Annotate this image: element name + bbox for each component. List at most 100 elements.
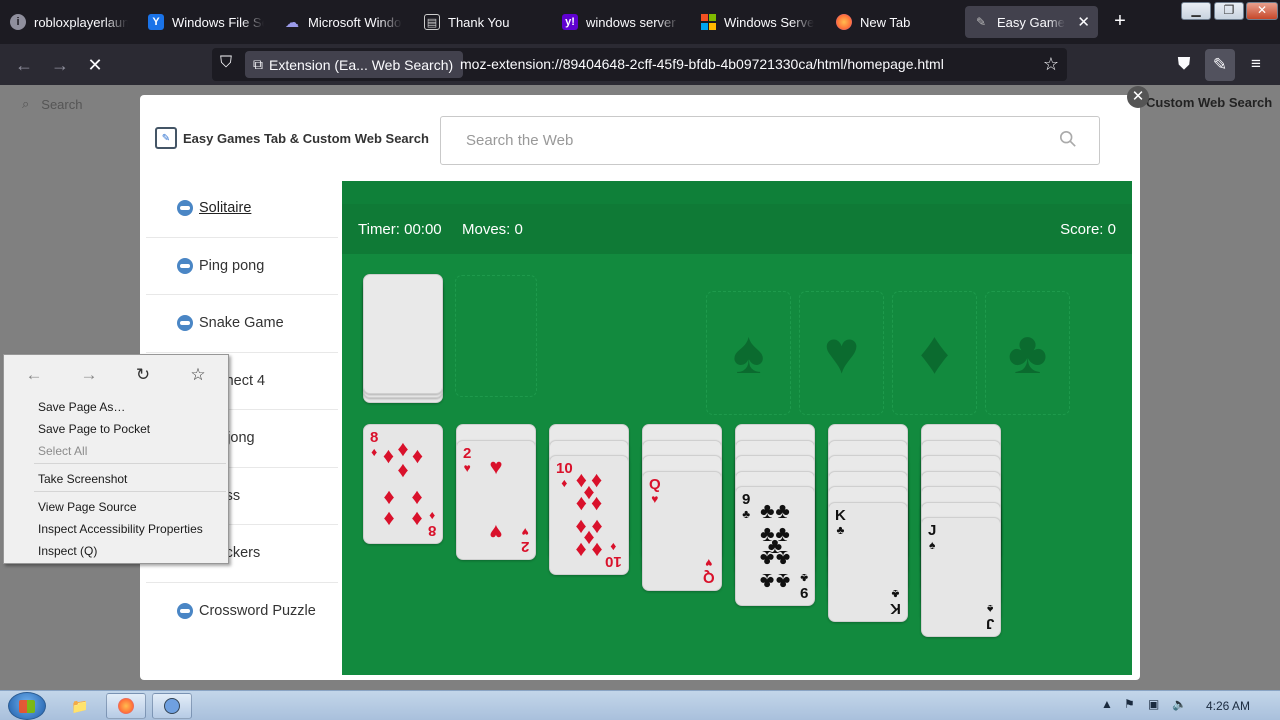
microsoft-logo-icon — [700, 14, 716, 30]
tab-robloxplayerlauncher[interactable]: i robloxplayerlauncher — [2, 6, 136, 38]
app-icon[interactable] — [152, 693, 192, 719]
close-modal-icon[interactable]: ✕ — [1127, 86, 1149, 108]
card-rank-corner: Q ♥ — [703, 555, 715, 586]
tab-thank-you[interactable]: ▤ Thank You — [416, 6, 548, 38]
network-icon[interactable]: ▣ — [1148, 697, 1159, 711]
game-label: Solitaire — [199, 200, 252, 217]
restore-button[interactable]: ❐ — [1214, 2, 1244, 20]
game-item-crossword[interactable]: Crossword Puzzle — [146, 583, 338, 641]
tableau-card[interactable]: 10 ♦ 10 ♦ ♦ ♦ ♦ ♦ ♦ ♦ ♦ ♦ ♦ ♦ — [549, 455, 629, 575]
yahoo-y-icon: Y — [148, 14, 164, 30]
page-icon: ▤ — [424, 14, 440, 30]
tab-windows-server-2016[interactable]: y! windows server 2016 — [554, 6, 688, 38]
foundation-spade[interactable]: ♠ — [706, 291, 791, 415]
bookmark-star-icon[interactable]: ☆ — [1043, 54, 1059, 75]
card-rank-corner: J ♠ — [928, 522, 937, 552]
card-pips: ♦ ♦ ♦ ♦ ♦ ♦ ♦ ♦ — [383, 437, 423, 532]
volume-muted-icon[interactable]: 🔈 — [1172, 697, 1187, 711]
menu-take-screenshot[interactable]: Take Screenshot — [38, 472, 127, 486]
foundation-club[interactable]: ♣ — [985, 291, 1070, 415]
card-rank-corner: 9 ♣ — [742, 491, 751, 521]
card-pips: ♥ ♥ — [477, 455, 515, 545]
close-window-button[interactable]: ✕ — [1246, 2, 1278, 20]
web-search-input[interactable] — [441, 117, 1051, 164]
card-rank-corner: K ♣ — [835, 506, 846, 537]
tableau-card[interactable]: J ♠ J ♠ — [921, 517, 1001, 637]
back-arrow-icon[interactable]: ← — [11, 52, 37, 78]
game-item-solitaire[interactable]: Solitaire — [146, 180, 338, 238]
tableau-card[interactable]: 2 ♥ 2 ♥ ♥ ♥ — [456, 439, 536, 560]
game-item-snake[interactable]: Snake Game — [146, 295, 338, 353]
menu-inspect[interactable]: Inspect (Q) — [38, 544, 97, 558]
menu-save-to-pocket[interactable]: Save Page to Pocket — [38, 422, 150, 436]
url-text[interactable]: moz-extension://89404648-2cff-45f9-bfdb-… — [460, 56, 944, 72]
firefox-icon — [836, 14, 852, 30]
menu-hamburger-icon[interactable]: ≡ — [1245, 54, 1267, 74]
timer: Timer: 00:00 — [358, 221, 442, 238]
minimize-button[interactable]: ▁ — [1181, 2, 1211, 20]
search-icon[interactable] — [1059, 130, 1077, 148]
tab-label: Microsoft Windows — [308, 14, 402, 30]
waste-slot[interactable] — [455, 275, 537, 397]
stop-icon[interactable]: ✕ — [82, 52, 108, 78]
card-pip: ♣ — [775, 569, 790, 595]
tray-expand-icon[interactable]: ▲ — [1101, 697, 1113, 711]
card-rank-corner: Q ♥ — [649, 475, 661, 506]
club-icon: ♣ — [1007, 319, 1048, 386]
firefox-icon[interactable] — [106, 693, 146, 719]
tab-windows-file-server[interactable]: Y Windows File Server — [140, 6, 272, 38]
card-rank-corner: 9 ♣ — [799, 571, 808, 601]
game-label: Ping pong — [199, 257, 265, 274]
game-label: Snake Game — [199, 315, 284, 332]
yahoo-icon: y! — [562, 14, 578, 30]
clock[interactable]: 4:26 AM — [1206, 699, 1250, 713]
tableau-card[interactable]: 8 ♦ 8 ♦ ♦ ♦ ♦ ♦ ♦ ♦ ♦ ♦ — [363, 424, 443, 544]
menu-select-all[interactable]: Select All — [38, 444, 87, 458]
card-pip: ♣ — [760, 497, 775, 523]
shield-icon[interactable]: ⛉ — [220, 54, 232, 72]
heart-icon: ♥ — [823, 319, 860, 386]
card-pips — [942, 538, 980, 616]
folder-icon[interactable]: 📁 — [60, 693, 100, 719]
extension-gamepad-icon[interactable]: ✎ — [1205, 49, 1235, 81]
card-pip: ♦ — [411, 507, 424, 533]
tab-new-tab[interactable]: New Tab — [828, 6, 960, 38]
menu-inspect-accessibility[interactable]: Inspect Accessibility Properties — [38, 522, 203, 536]
windows-taskbar: 📁 ▲ ⚑ ▣ 🔈 4:26 AM — [0, 690, 1280, 720]
tab-label: windows server 2016 — [586, 14, 680, 30]
tab-strip: i robloxplayerlauncher Y Windows File Se… — [0, 0, 1280, 44]
tab-microsoft-windows[interactable]: ☁ Microsoft Windows — [276, 6, 410, 38]
tab-easy-games[interactable]: ✎ Easy Games Tab ✕ — [965, 6, 1098, 38]
game-item-ping-pong[interactable]: Ping pong — [146, 238, 338, 295]
forward-arrow-icon[interactable]: → — [78, 364, 100, 386]
context-nav-row: ← → ↻ ☆ — [4, 355, 228, 395]
gamepad-icon — [177, 315, 193, 332]
tableau-card[interactable]: K ♣ K ♣ — [828, 501, 908, 622]
reload-icon[interactable]: ↻ — [132, 364, 154, 386]
bookmark-star-icon[interactable]: ☆ — [187, 364, 209, 386]
foundation-diamond[interactable]: ♦ — [892, 291, 977, 415]
extension-identity-chip[interactable]: ⧉ Extension (Ea... Web Search) — [245, 51, 464, 78]
stock-pile[interactable] — [363, 274, 443, 394]
back-arrow-icon[interactable]: ← — [23, 364, 45, 386]
start-button[interactable] — [8, 692, 46, 720]
menu-save-page-as[interactable]: Save Page As… — [38, 400, 125, 414]
action-center-icon[interactable]: ⚑ — [1124, 697, 1135, 711]
forward-arrow-icon[interactable]: → — [47, 52, 73, 78]
card-rank-corner: 8 ♦ — [370, 429, 379, 459]
tableau-card[interactable]: Q ♥ Q ♥ — [642, 470, 722, 591]
score: Score: 0 — [1060, 221, 1116, 238]
foundation-heart[interactable]: ♥ — [799, 291, 884, 415]
navigation-toolbar: ← → ✕ ⛉ ⧉ Extension (Ea... Web Search) m… — [0, 44, 1280, 85]
tableau-card[interactable]: 9 ♣ 9 ♣ ♣ ♣ ♣ ♣ ♣ ♣ ♣ ♣ ♣ — [735, 486, 815, 606]
close-tab-icon[interactable]: ✕ — [1077, 13, 1090, 31]
tab-windows-server-in[interactable]: Windows Server in — [692, 6, 822, 38]
brand-name: Easy Games Tab & Custom Web Search — [183, 130, 429, 146]
address-bar[interactable]: ⛉ ⧉ Extension (Ea... Web Search) moz-ext… — [212, 48, 1067, 81]
new-tab-button[interactable]: + — [1108, 10, 1132, 33]
tab-label: Thank You — [448, 14, 510, 30]
menu-view-page-source[interactable]: View Page Source — [38, 500, 137, 514]
pocket-icon[interactable]: ⛊ — [1173, 54, 1195, 74]
card-pip: ♦ — [583, 478, 595, 504]
solitaire-board: Timer: 00:00 Moves: 0 Score: 0 ♠ ♥ ♦ ♣ 8… — [342, 181, 1132, 675]
